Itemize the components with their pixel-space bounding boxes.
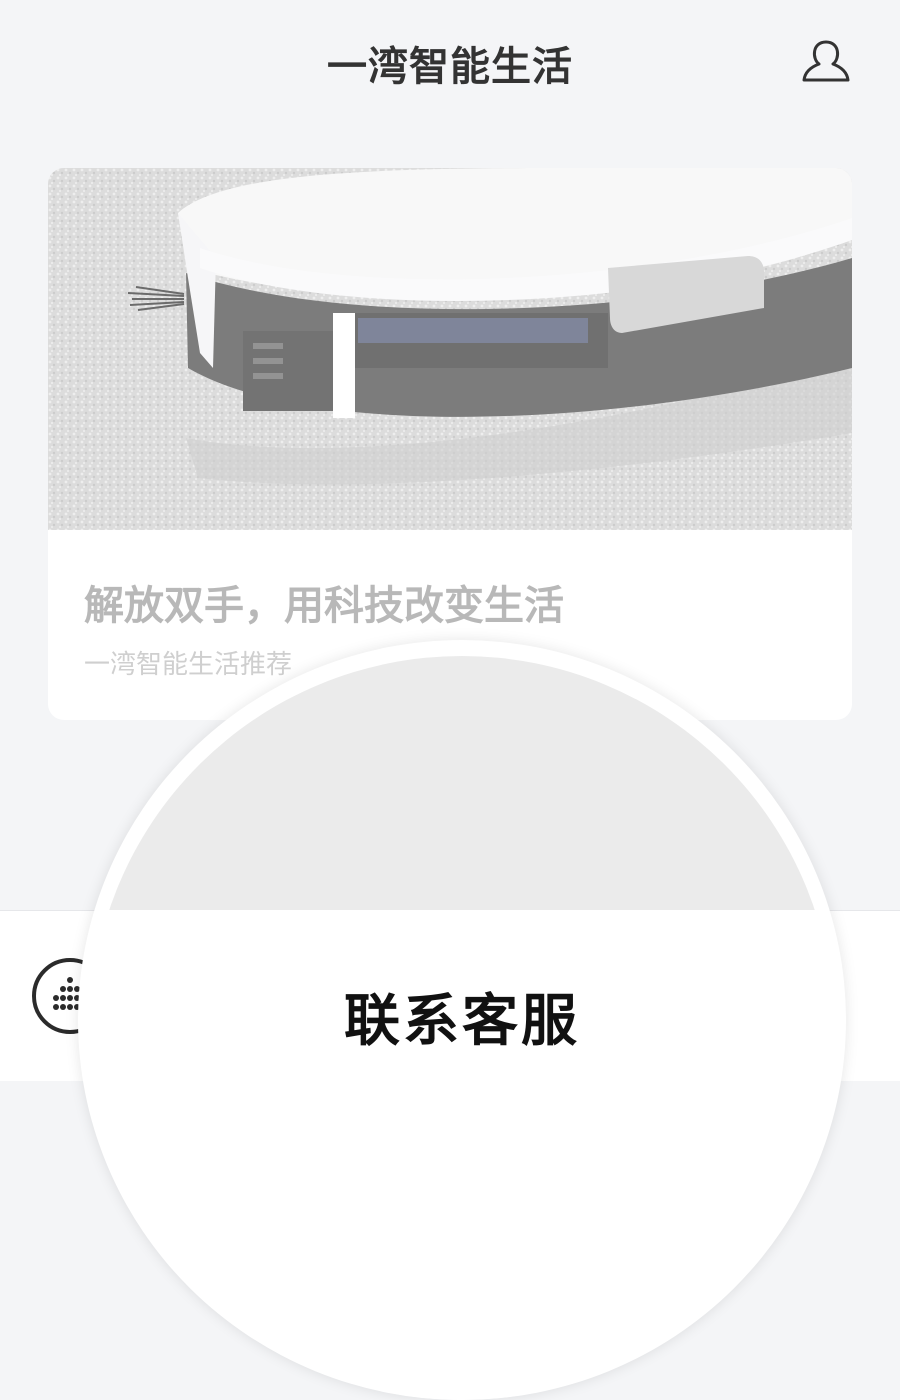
popup-gray-area xyxy=(90,656,834,910)
robot-vacuum-image xyxy=(48,168,852,530)
card-title: 解放双手，用科技改变生活 xyxy=(84,583,564,629)
profile-button[interactable] xyxy=(800,36,852,86)
user-icon xyxy=(802,40,850,82)
contact-popup: 联系客服 xyxy=(78,640,846,1400)
contact-service-button[interactable]: 联系客服 xyxy=(90,976,834,1057)
page-title: 一湾智能生活 xyxy=(327,44,573,90)
header-bar: 一湾智能生活 xyxy=(0,0,900,120)
featured-card[interactable]: 解放双手，用科技改变生活 一湾智能生活推荐 xyxy=(48,168,852,720)
contact-popup-inner: 联系客服 xyxy=(90,656,834,1400)
